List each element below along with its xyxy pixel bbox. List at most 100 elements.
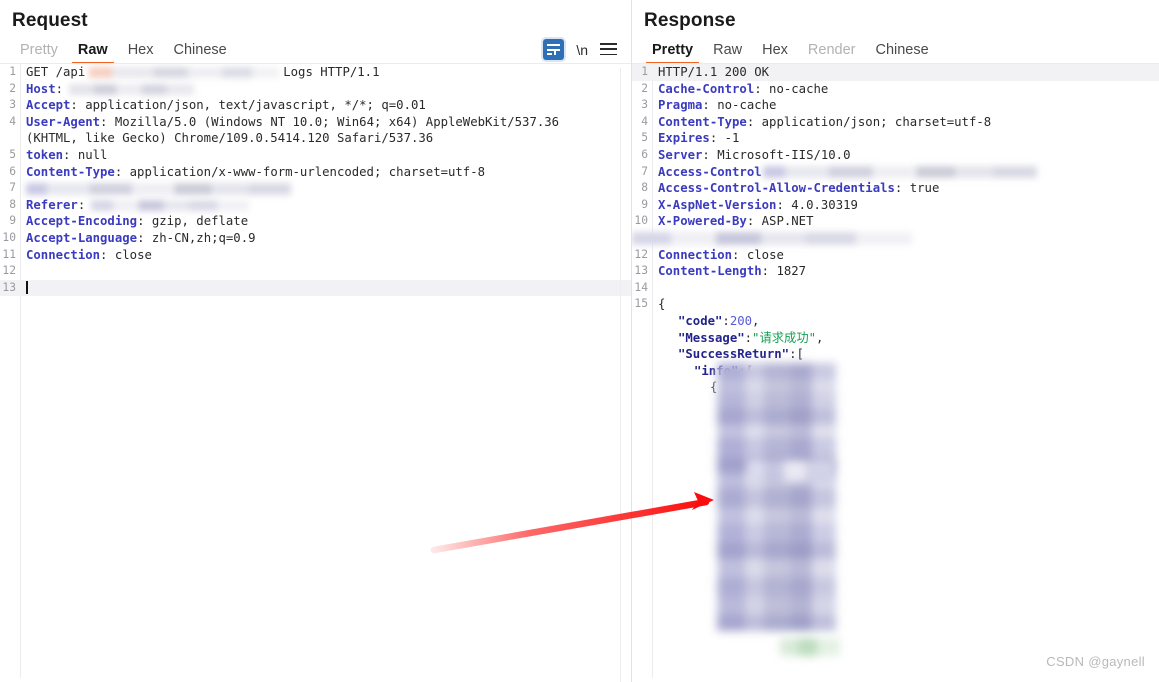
header-value: : null [63,147,108,162]
line-text: token: null [20,147,631,164]
line-number-blank [632,363,652,380]
code-line: 3 Accept: application/json, text/javascr… [0,97,631,114]
request-editor[interactable]: 1 GET /api Logs HTTP/1.1 2 Host: 3 Accept… [0,64,631,678]
code-line: 5 token: null [0,147,631,164]
line-number: 3 [9,98,16,112]
line-number-blank [632,346,652,363]
line-text: User-Agent: Mozilla/5.0 (Windows NT 10.0… [20,114,615,147]
line-number-blank [632,330,652,347]
code-line: 1 HTTP/1.1 200 OK [632,64,1159,81]
header-name: Pragma [658,98,703,113]
code-line: 11 Connection: close [0,247,631,264]
line-number: 12 [2,264,16,278]
line-method: GET /api [26,65,86,79]
header-value: : no-cache [754,81,829,96]
line-number: 14 [634,280,648,294]
newline-icon[interactable]: \n [576,42,588,58]
line-number: 10 [2,230,16,244]
response-panel-title: Response [644,10,736,31]
code-line: 9 X-AspNet-Version: 4.0.30319 [632,197,1159,214]
line-number: 1 [641,65,648,78]
code-line: 12 [0,263,631,280]
header-value: : close [100,247,152,262]
header-value: : 1827 [761,264,807,279]
header-value: : close [732,247,784,262]
redaction-mosaic-row-b [780,638,840,656]
code-line: 5 Expires: -1 [632,130,1159,147]
line-number: 3 [641,98,648,112]
line-number: 8 [641,181,648,195]
header-name: Access-Control-Allow-Credentials [658,181,895,196]
header-value: : -1 [709,131,740,146]
json-key-message: "Message" [678,330,745,345]
tab-response-raw[interactable]: Raw [703,41,752,64]
json-line: "Message":"请求成功", [632,330,1159,347]
json-colon: : [722,313,730,328]
line-text: X-AspNet-Version: 4.0.30319 [652,197,1159,214]
line-number: 4 [641,114,648,128]
redaction-blur [91,199,250,211]
request-panel-title: Request [12,10,88,31]
tab-request-chinese[interactable]: Chinese [164,41,237,64]
line-number: 12 [634,247,648,261]
header-name: Content-Length [658,264,762,279]
header-name: Content-Type [26,164,115,179]
header-name: token [26,147,64,162]
line-number-blank [632,313,652,330]
header-name: X-Powered-By [658,214,747,229]
header-name: Access-Control [658,164,762,179]
json-line: "code":200, [632,313,1159,330]
header-value: : ASP.NET [746,214,814,229]
line-number: 7 [641,164,648,178]
header-value: : true [894,181,940,196]
line-text: Content-Type: application/x-www-form-url… [20,164,631,181]
line-text: Connection: close [652,247,1159,264]
line-text: X-Powered-By: ASP.NET [652,213,1159,230]
header-name: Cache-Control [658,81,755,96]
code-line: 3 Pragma: no-cache [632,97,1159,114]
json-root-open: { [658,297,666,312]
header-value: : 4.0.30319 [776,197,858,212]
line-text: "Message":"请求成功", [652,330,1159,347]
header-value: : gzip, deflate [137,214,249,229]
line-text: GET /api Logs HTTP/1.1 [20,64,631,81]
line-number: 4 [9,114,16,128]
json-colon: : [744,330,753,345]
line-text: Access-Control [652,164,1159,181]
line-number: 13 [2,280,16,294]
request-panel-right-edge [620,68,621,682]
tab-response-chinese[interactable]: Chinese [865,41,938,64]
code-line: 7 Access-Control [632,164,1159,181]
text-caret [26,280,28,294]
header-name: Expires [658,131,710,146]
header-name: Content-Type [658,114,747,129]
tab-response-render[interactable]: Render [798,41,866,64]
word-wrap-icon[interactable] [543,39,565,60]
code-line: 2 Host: [0,81,631,98]
hamburger-menu-icon[interactable] [600,43,617,56]
redaction-blur [26,182,291,195]
code-line: 4 User-Agent: Mozilla/5.0 (Windows NT 10… [0,114,631,147]
csdn-watermark: CSDN @gaynell [1046,654,1145,669]
line-text: Host: [20,81,631,98]
tab-request-pretty[interactable]: Pretty [10,41,68,64]
line-number-blank [632,379,652,396]
response-editor[interactable]: 1 HTTP/1.1 200 OK 2 Cache-Control: no-ca… [632,64,1159,678]
json-line: "info":[ [632,363,1159,380]
header-sep: : [77,197,86,212]
line-text: Accept-Encoding: gzip, deflate [20,213,631,230]
tab-request-raw[interactable]: Raw [68,41,118,64]
line-number: 2 [9,81,16,95]
tab-response-pretty[interactable]: Pretty [642,41,703,64]
header-value: : zh-CN,zh;q=0.9 [137,230,256,245]
line-text: Server: Microsoft-IIS/10.0 [652,147,1159,164]
header-name: X-AspNet-Version [658,197,777,212]
line-text: Connection: close [20,247,631,264]
tab-response-hex[interactable]: Hex [752,41,798,64]
line-number: 6 [641,147,648,161]
request-tabbar: Pretty Raw Hex Chinese \n [0,36,631,64]
tab-request-hex[interactable]: Hex [118,41,164,64]
header-value: : application/json, text/javascript, */*… [70,98,426,113]
json-line: "SuccessReturn":[ [632,346,1159,363]
redaction-blur [632,231,912,245]
